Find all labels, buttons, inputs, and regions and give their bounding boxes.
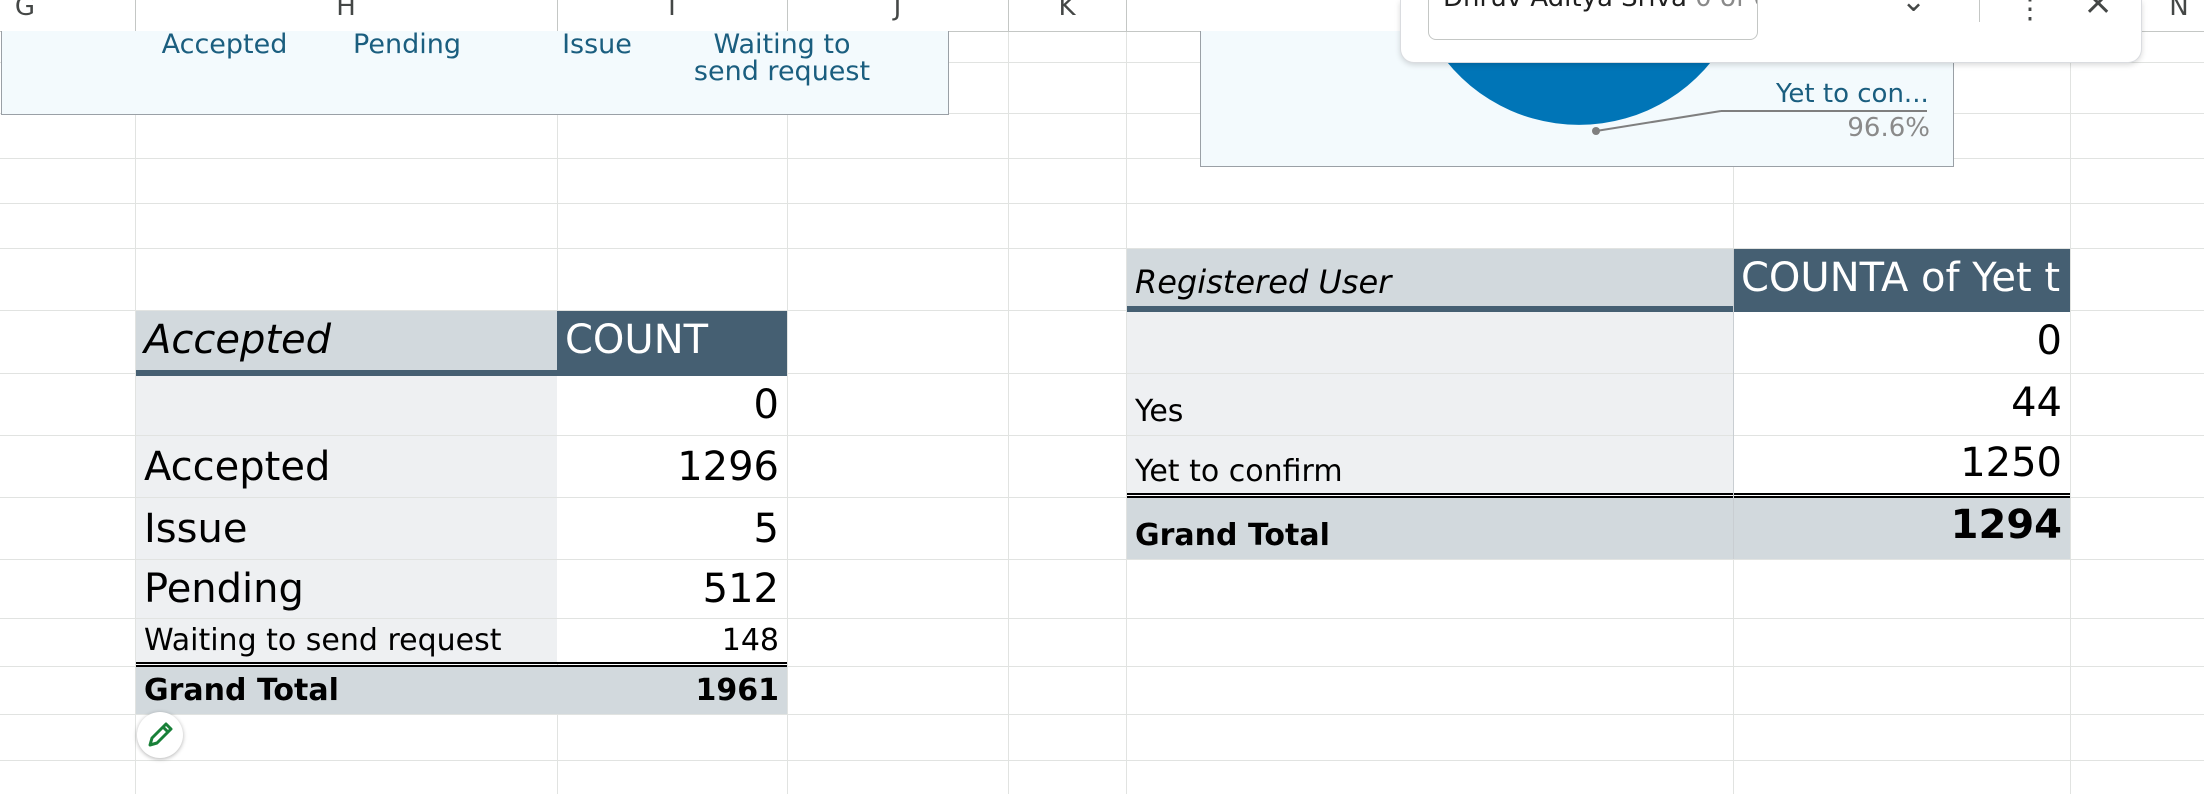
pie-slice-label: Yet to con... (1776, 79, 1929, 109)
edit-pivot-button[interactable] (137, 712, 183, 758)
pivot1-row-label[interactable]: Accepted (136, 436, 557, 497)
status-chart[interactable]: Accepted Pending Issue Waiting to send r… (1, 31, 949, 115)
pivot2-row-value[interactable]: 1250 (1733, 436, 2070, 493)
column-header-h[interactable]: H (135, 0, 557, 31)
pivot1-grand-total-value[interactable]: 1961 (557, 667, 787, 714)
pivot1-row-label[interactable]: Issue (136, 498, 557, 559)
column-header-i[interactable]: I (557, 0, 787, 31)
column-header-k[interactable]: K (1008, 0, 1126, 31)
pivot2-row-header[interactable]: Registered User (1127, 249, 1733, 310)
close-icon[interactable]: × (2083, 0, 2113, 23)
legend-accepted: Accepted (161, 29, 288, 60)
column-header-g[interactable]: G (0, 0, 50, 31)
pivot1-row-value[interactable]: 1296 (557, 436, 787, 497)
column-header-j[interactable]: J (787, 0, 1008, 31)
legend-pending: Pending (353, 29, 461, 60)
legend-waiting: Waiting to send request (693, 29, 871, 87)
pivot1-row-header[interactable]: Accepted (136, 311, 557, 373)
pivot1-row-label[interactable]: Waiting to send request (136, 619, 557, 663)
pivot2-row-value[interactable]: 0 (1733, 312, 2070, 373)
pivot2-row-label[interactable]: Yet to confirm (1127, 436, 1733, 493)
find-popup: Dhruv Aditya Sriva 0 of 0 ⌃ ⌄ ⋮ × (1400, 0, 2142, 63)
pivot1-row-label[interactable]: Pending (136, 560, 557, 618)
pivot2-row-label[interactable] (1127, 312, 1733, 373)
pivot1-row-label[interactable] (136, 376, 557, 435)
pivot2-grand-total-label[interactable]: Grand Total (1127, 498, 1733, 559)
chevron-up-icon[interactable]: ⌃ (1836, 0, 1861, 19)
column-header-n[interactable]: N (2154, 0, 2204, 31)
pivot2-row-label[interactable]: Yes (1127, 374, 1733, 435)
pivot2-value-header[interactable]: COUNTA of Yet t (1733, 249, 2070, 310)
pie-slice-percent: 96.6% (1847, 113, 1930, 143)
pivot1-row-value[interactable]: 512 (557, 560, 787, 618)
pivot2-row-value[interactable]: 44 (1733, 374, 2070, 435)
pivot1-row-value[interactable]: 148 (557, 619, 787, 663)
find-count: 0 of 0 (1695, 0, 1757, 13)
find-input[interactable]: Dhruv Aditya Sriva 0 of 0 (1428, 0, 1758, 40)
pivot1-value-header[interactable]: COUNT (557, 311, 787, 373)
pencil-icon (148, 722, 173, 747)
pivot1-row-value[interactable]: 5 (557, 498, 787, 559)
pivot1-grand-total-label[interactable]: Grand Total (136, 667, 557, 714)
find-query: Dhruv Aditya Sriva (1443, 0, 1687, 13)
legend-issue: Issue (562, 29, 632, 60)
chevron-down-icon[interactable]: ⌄ (1901, 0, 1926, 19)
pivot1-row-value[interactable]: 0 (557, 376, 787, 435)
pivot2-grand-total-value[interactable]: 1294 (1733, 498, 2070, 559)
more-vert-icon[interactable]: ⋮ (2016, 0, 2044, 25)
